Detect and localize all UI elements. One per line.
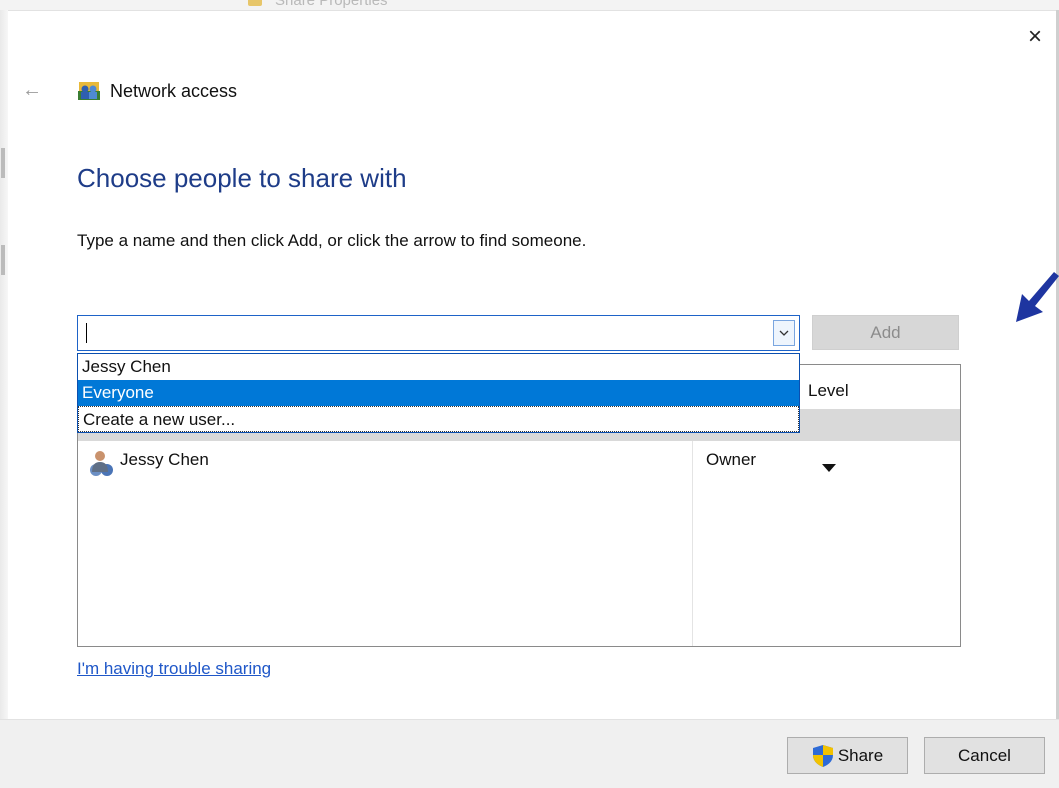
table-row[interactable]: Jessy Chen Owner (78, 447, 960, 477)
share-button[interactable]: Share (787, 737, 908, 774)
text-caret (86, 323, 87, 343)
permission-level: Owner (706, 450, 757, 469)
background-window-edge (0, 10, 8, 788)
background-window-strip: Share Properties (0, 0, 1059, 11)
cancel-button[interactable]: Cancel (924, 737, 1045, 774)
network-people-icon (78, 82, 100, 100)
name-dropdown-list: Jessy Chen Everyone Create a new user... (77, 353, 800, 433)
trouble-sharing-link[interactable]: I'm having trouble sharing (77, 659, 271, 679)
back-arrow-icon[interactable]: ← (22, 80, 42, 100)
edge-mark (1, 245, 5, 275)
blue-arrow-icon (1016, 272, 1059, 322)
share-button-label: Share (837, 745, 884, 765)
uac-shield-icon (812, 744, 833, 767)
network-access-dialog: Share Properties × ← Network access Choo… (0, 0, 1059, 788)
close-icon[interactable]: × (1024, 25, 1046, 49)
user-icon (92, 451, 108, 472)
edge-mark (1, 148, 5, 178)
add-button[interactable]: Add (812, 315, 959, 350)
chevron-glyph (779, 330, 789, 336)
instruction-text: Type a name and then click Add, or click… (77, 231, 587, 250)
dropdown-item-jessy-chen[interactable]: Jessy Chen (78, 354, 799, 380)
user-name: Jessy Chen (120, 450, 209, 469)
page-heading: Choose people to share with (77, 163, 407, 193)
name-input[interactable] (84, 321, 764, 345)
name-combobox[interactable] (77, 315, 800, 351)
dropdown-item-create-new-user[interactable]: Create a new user... (78, 406, 799, 432)
permission-level-header[interactable]: Level (808, 381, 849, 401)
dialog-title: Network access (110, 81, 238, 101)
chevron-down-icon[interactable] (773, 320, 795, 346)
folder-icon (248, 0, 262, 6)
background-window-title: Share Properties (275, 0, 388, 9)
dropdown-item-everyone[interactable]: Everyone (78, 380, 799, 406)
